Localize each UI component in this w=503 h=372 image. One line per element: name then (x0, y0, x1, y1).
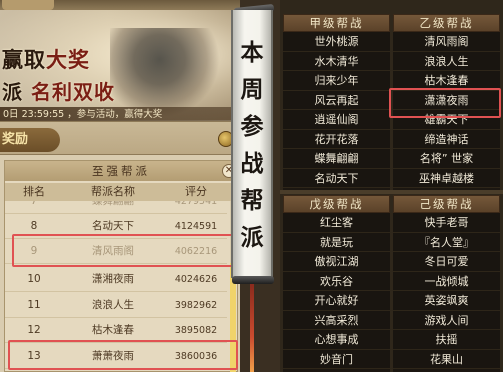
row-name: 枯木逢春 (92, 324, 134, 336)
group-jia-list: 世外桃源 水木清华 归来少年 风云再起 逍遥仙阁 花开花落 蝶舞翩翩 名动天下 (283, 32, 390, 188)
row-name: 浪浪人生 (92, 299, 134, 311)
group-jia: 甲级帮战 世外桃源 水木清华 归来少年 风云再起 逍遥仙阁 花开花落 蝶舞翩翩 名动天下 (283, 14, 390, 194)
row-rank: 10 (27, 273, 41, 285)
reward-tab[interactable]: 奖励 (0, 128, 60, 152)
group-wu-title: 戊级帮战 (283, 195, 390, 213)
guild-cell[interactable]: 风云再起 (283, 90, 390, 110)
group-separator (280, 190, 503, 194)
table-row[interactable]: 7 蝶舞翩翩 4279541 (5, 201, 227, 214)
guild-cell[interactable]: 水木清华 (283, 51, 390, 71)
guild-cell[interactable]: 世外桃源 (283, 32, 390, 52)
row-rank: 13 (27, 350, 41, 362)
scroll-tassel (250, 284, 254, 372)
guild-cell[interactable]: 开心就好 (283, 291, 390, 311)
group-yi-list: 清风雨阁 浪浪人生 枯木逢春 潇潇夜雨 雄霸天下 缔造神话 名将” 世家 巫神卓越楼 (393, 32, 500, 188)
guild-cell[interactable]: 潇潇夜雨 (393, 90, 500, 110)
header-rank: 排名 (23, 185, 45, 198)
row-rank: 9 (30, 245, 38, 257)
event-banner: 赢取大奖 派 名利双收 0日 23:59:55 ，参与活动，赢得大奖 (0, 10, 240, 122)
scroll-title: 本周参战帮派 (240, 39, 264, 251)
guild-cell[interactable]: 名动天下 (283, 168, 390, 188)
table-row[interactable]: 13 萧萧夜雨 3860036 (5, 344, 227, 369)
group-ji: 己级帮战 快手老哥 『名人堂』 冬日可爱 一战倾城 英姿飒爽 游戏人间 扶摇 花果山 (393, 195, 500, 372)
row-rank: 12 (27, 324, 41, 336)
reward-bar: 奖励 (0, 121, 240, 155)
guild-cell[interactable]: 妙音门 (283, 349, 390, 369)
weekly-guilds-scroll: 本周参战帮派 (231, 10, 273, 278)
table-row[interactable]: 8 名动天下 4124591 (5, 214, 227, 239)
ranking-header: 排名 帮派名称 评分 (5, 183, 237, 201)
row-name: 名动天下 (92, 220, 134, 232)
scroll-bottom-rod (232, 276, 274, 284)
guild-cell[interactable]: 花果山 (393, 349, 500, 369)
banner-subheadline: 派 名利双收 (2, 80, 115, 104)
table-row[interactable]: 12 枯木逢春 3895082 (5, 318, 227, 343)
guild-cell[interactable]: 游戏人间 (393, 310, 500, 330)
group-wu-list: 红尘客 就是玩 傲视江湖 欢乐谷 开心就好 兴高采烈 心想事成 妙音门 (283, 213, 390, 369)
row-rank: 7 (30, 201, 38, 207)
guild-cell[interactable]: 巫神卓越楼 (393, 168, 500, 188)
guild-cell[interactable]: 『名人堂』 (393, 232, 500, 252)
row-name: 潇湘夜雨 (92, 273, 134, 285)
guild-cell[interactable]: 兴高采烈 (283, 310, 390, 330)
row-name: 清风雨阁 (92, 245, 134, 257)
row-score: 3982962 (174, 300, 218, 311)
group-ji-list: 快手老哥 『名人堂』 冬日可爱 一战倾城 英姿飒爽 游戏人间 扶摇 花果山 (393, 213, 500, 369)
row-score: 3860036 (174, 351, 218, 362)
guild-cell[interactable]: 就是玩 (283, 232, 390, 252)
banner-warrior-figure (110, 28, 220, 118)
guild-cell[interactable]: 红尘客 (283, 213, 390, 233)
row-score: 4024626 (174, 274, 218, 285)
guild-cell[interactable]: 冬日可爱 (393, 252, 500, 272)
ranking-title: 至强帮派 (5, 161, 237, 181)
banner-headline: 赢取大奖 (2, 47, 90, 72)
guild-cell[interactable]: 枯木逢春 (393, 71, 500, 91)
row-score: 4279541 (174, 201, 218, 207)
top-tab[interactable] (2, 0, 54, 10)
row-name: 萧萧夜雨 (92, 350, 134, 362)
group-wu: 戊级帮战 红尘客 就是玩 傲视江湖 欢乐谷 开心就好 兴高采烈 心想事成 妙音门 (283, 195, 390, 372)
guild-cell[interactable]: 一战倾城 (393, 271, 500, 291)
guild-cell[interactable]: 傲视江湖 (283, 252, 390, 272)
row-rank: 11 (27, 299, 41, 311)
table-row[interactable]: 11 浪浪人生 3982962 (5, 293, 227, 318)
row-score: 3895082 (174, 325, 218, 336)
guild-cell[interactable]: 逍遥仙阁 (283, 110, 390, 130)
ranking-list[interactable]: 7 蝶舞翩翩 4279541 8 名动天下 4124591 9 清风雨阁 406… (5, 201, 237, 372)
guild-cell[interactable]: 清风雨阁 (393, 32, 500, 52)
table-row[interactable]: 9 清风雨阁 4062216 (5, 239, 227, 264)
guild-cell[interactable]: 名将” 世家 (393, 149, 500, 169)
group-ji-title: 己级帮战 (393, 195, 500, 213)
header-score: 评分 (185, 185, 207, 198)
row-rank: 8 (30, 220, 38, 232)
banner-countdown: 0日 23:59:55 ，参与活动，赢得大奖 (0, 107, 240, 122)
row-name: 蝶舞翩翩 (92, 201, 134, 207)
guild-cell[interactable]: 雄霸天下 (393, 110, 500, 130)
event-panel: 赢取大奖 派 名利双收 0日 23:59:55 ，参与活动，赢得大奖 奖励 至强… (0, 0, 240, 372)
guild-cell[interactable]: 心想事成 (283, 330, 390, 350)
guild-cell[interactable]: 快手老哥 (393, 213, 500, 233)
group-yi: 乙级帮战 清风雨阁 浪浪人生 枯木逢春 潇潇夜雨 雄霸天下 缔造神话 名将” 世家 巫神卓越楼 (393, 14, 500, 194)
group-jia-title: 甲级帮战 (283, 14, 390, 32)
header-name: 帮派名称 (91, 185, 135, 198)
guild-cell[interactable]: 归来少年 (283, 71, 390, 91)
guild-cell[interactable]: 英姿飒爽 (393, 291, 500, 311)
guild-cell[interactable]: 欢乐谷 (283, 271, 390, 291)
guild-cell[interactable]: 扶摇 (393, 330, 500, 350)
table-row[interactable]: 10 潇湘夜雨 4024626 (5, 267, 227, 292)
guild-cell[interactable]: 花开花落 (283, 129, 390, 149)
ranking-panel: 至强帮派 ✕ 排名 帮派名称 评分 7 蝶舞翩翩 4279541 8 名动天下 … (4, 160, 238, 372)
guild-cell[interactable]: 浪浪人生 (393, 51, 500, 71)
guild-cell[interactable]: 缔造神话 (393, 129, 500, 149)
guild-cell[interactable]: 蝶舞翩翩 (283, 149, 390, 169)
row-score: 4062216 (174, 246, 218, 257)
group-yi-title: 乙级帮战 (393, 14, 500, 32)
row-score: 4124591 (174, 221, 218, 232)
